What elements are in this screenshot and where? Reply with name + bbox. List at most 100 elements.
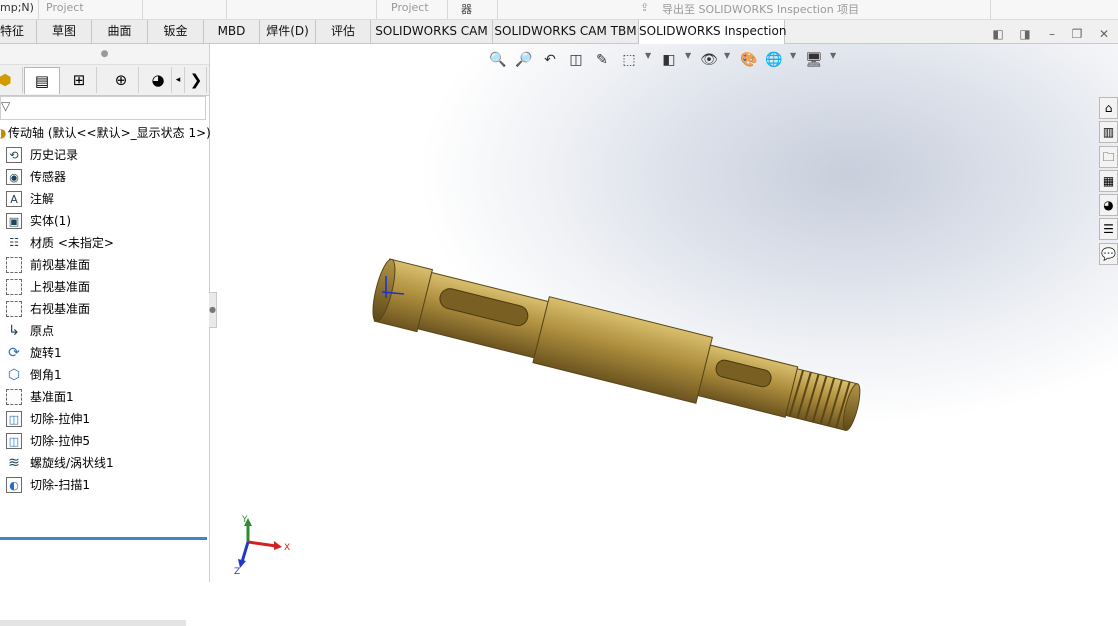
configuration-manager-tab-icon[interactable]: ⊞ <box>62 67 97 93</box>
panel-grip-icon[interactable]: ● <box>0 44 209 65</box>
section-view-icon[interactable]: ◫ <box>566 51 586 69</box>
solid-body-icon: ▣ <box>6 213 22 229</box>
graphics-area[interactable]: Y X Z <box>210 44 1118 582</box>
triad-x-label: X <box>284 543 290 553</box>
dimxpert-manager-tab-icon[interactable]: ⊕ <box>104 67 139 93</box>
view-orientation-dropdown-icon[interactable]: ▼ <box>645 51 651 60</box>
tab-scroll-left-icon[interactable]: ◂ <box>172 67 185 93</box>
part-model[interactable] <box>210 44 1118 582</box>
forum-icon[interactable]: 💬 <box>1099 243 1118 265</box>
cut-extrude-icon: ◫ <box>6 433 22 449</box>
plane-icon <box>6 257 22 273</box>
tab-weldments[interactable]: 焊件(D) <box>260 20 316 43</box>
tree-item-front-plane[interactable]: 前视基准面 <box>0 254 209 276</box>
tab-mbd[interactable]: MBD <box>204 20 260 43</box>
triad-y-label: Y <box>241 515 248 525</box>
plane-icon <box>6 301 22 317</box>
annotation-icon: A <box>6 191 22 207</box>
apply-scene-dropdown-icon[interactable]: ▼ <box>790 51 796 60</box>
tab-scroll-right-icon[interactable]: ❯ <box>186 67 207 93</box>
plane-icon <box>6 279 22 295</box>
filter-icon: ▽ <box>1 99 11 113</box>
feature-manager-panel: ● ⬢ ▤ ⊞ ⊕ ◕ ◂ ❯ ▽ 传动轴 (默认<<默认>_显示状态 1>) … <box>0 44 211 626</box>
design-library-icon[interactable]: ▥ <box>1099 121 1118 143</box>
tile-right-icon[interactable]: ◨ <box>1017 26 1033 42</box>
feature-tree: 传动轴 (默认<<默认>_显示状态 1>) ◑ ⟲ 历史记录 ◉ 传感器 A 注解 ▣… <box>0 122 211 496</box>
tree-item-solid-bodies[interactable]: ▣ 实体(1) <box>0 210 209 232</box>
edit-appearance-icon[interactable]: 🎨 <box>738 51 760 69</box>
tile-left-icon[interactable]: ◧ <box>990 26 1006 42</box>
close-icon[interactable]: ✕ <box>1096 26 1112 42</box>
hide-show-items-icon[interactable]: 👁 <box>698 51 720 69</box>
part-icon: ◑ <box>0 126 7 140</box>
command-manager-tabs: 特征 草图 曲面 钣金 MBD 焊件(D) 评估 SOLIDWORKS CAM … <box>0 20 1118 45</box>
export-icon[interactable]: ⇪ <box>640 1 649 14</box>
chamfer-icon: ⬡ <box>6 367 22 383</box>
project-label-2[interactable]: Project <box>391 1 429 14</box>
device-icon[interactable]: 器 <box>461 1 472 17</box>
rollback-bar[interactable] <box>0 537 207 540</box>
export-inspection-button[interactable]: 导出至 SOLIDWORKS Inspection 项目 <box>662 1 859 17</box>
zoom-to-area-icon[interactable]: 🔎 <box>514 51 534 69</box>
tree-item-material[interactable]: ☷ 材质 <未指定> <box>0 232 209 254</box>
sensor-icon: ◉ <box>6 169 22 185</box>
tree-item-right-plane[interactable]: 右视基准面 <box>0 298 209 320</box>
panel-splitter-handle[interactable]: ● <box>209 292 217 328</box>
cut-extrude-icon: ◫ <box>6 411 22 427</box>
minimize-icon[interactable]: – <box>1044 26 1060 42</box>
tree-item-helix1[interactable]: ≋ 螺旋线/涡状线1 <box>0 452 209 474</box>
tree-item-annotations[interactable]: A 注解 <box>0 188 209 210</box>
revolve-icon: ⟳ <box>6 345 22 361</box>
hide-show-dropdown-icon[interactable]: ▼ <box>724 51 730 60</box>
tree-item-cut-extrude5[interactable]: ◫ 切除-拉伸5 <box>0 430 209 452</box>
tab-surfaces[interactable]: 曲面 <box>92 20 148 43</box>
origin-icon: ↳ <box>6 323 22 339</box>
tree-item-origin[interactable]: ↳ 原点 <box>0 320 209 342</box>
zoom-to-fit-icon[interactable]: 🔍 <box>488 51 508 69</box>
appearances-icon[interactable]: ◕ <box>1099 194 1118 216</box>
display-style-dropdown-icon[interactable]: ▼ <box>685 51 691 60</box>
tree-root-part[interactable]: 传动轴 (默认<<默认>_显示状态 1>) ◑ <box>0 122 211 144</box>
project-label-1[interactable]: Project <box>46 1 84 14</box>
display-manager-tab-icon[interactable]: ◕ <box>145 67 172 93</box>
restore-icon[interactable]: ❐ <box>1069 26 1085 42</box>
solidworks-resources-icon[interactable]: ⌂ <box>1099 97 1118 119</box>
tree-item-sensors[interactable]: ◉ 传感器 <box>0 166 209 188</box>
top-command-strip: mp;N) Project Project 器 ⇪ 导出至 SOLIDWORKS… <box>0 0 1118 20</box>
tab-sheet-metal[interactable]: 钣金 <box>148 20 204 43</box>
tab-solidworks-cam-tbm[interactable]: SOLIDWORKS CAM TBM <box>493 20 639 43</box>
property-manager-tab-icon[interactable]: ▤ <box>24 67 60 94</box>
tree-item-top-plane[interactable]: 上视基准面 <box>0 276 209 298</box>
tree-item-cut-extrude1[interactable]: ◫ 切除-拉伸1 <box>0 408 209 430</box>
view-palette-icon[interactable]: ▦ <box>1099 170 1118 192</box>
tab-solidworks-cam[interactable]: SOLIDWORKS CAM <box>371 20 493 43</box>
tree-item-revolve1[interactable]: ⟳ 旋转1 <box>0 342 209 364</box>
display-style-icon[interactable]: ◧ <box>658 51 680 69</box>
history-icon: ⟲ <box>6 147 22 163</box>
tree-filter-input[interactable]: ▽ <box>0 96 206 120</box>
top-left-text: mp;N) <box>0 1 34 14</box>
tree-item-chamfer1[interactable]: ⬡ 倒角1 <box>0 364 209 386</box>
view-settings-dropdown-icon[interactable]: ▼ <box>830 51 836 60</box>
tab-features[interactable]: 特征 <box>0 20 37 43</box>
tree-item-history[interactable]: ⟲ 历史记录 <box>0 144 209 166</box>
tab-solidworks-inspection[interactable]: SOLIDWORKS Inspection <box>639 20 786 45</box>
dynamic-annotation-icon[interactable]: ✎ <box>592 51 612 69</box>
apply-scene-icon[interactable]: 🌐 <box>763 51 785 69</box>
manager-tabs: ⬢ ▤ ⊞ ⊕ ◕ ◂ ❯ <box>0 65 209 96</box>
triad-z-label: Z <box>234 567 240 577</box>
tab-sketch[interactable]: 草图 <box>37 20 92 43</box>
view-orientation-icon[interactable]: ⬚ <box>618 51 640 69</box>
tab-evaluate[interactable]: 评估 <box>316 20 371 43</box>
tree-item-plane1[interactable]: 基准面1 <box>0 386 209 408</box>
reference-triad: Y X Z <box>234 515 290 577</box>
feature-manager-tab-icon[interactable]: ⬢ <box>0 67 23 93</box>
custom-properties-icon[interactable]: ☰ <box>1099 218 1118 240</box>
material-icon: ☷ <box>6 235 22 251</box>
tree-item-cut-sweep1[interactable]: ◐ 切除-扫描1 <box>0 474 209 496</box>
previous-view-icon[interactable]: ↶ <box>540 51 560 69</box>
shaft-main-segment <box>532 296 713 404</box>
view-settings-icon[interactable]: 🖥 <box>803 51 825 69</box>
horizontal-scrollbar[interactable] <box>0 620 186 626</box>
file-explorer-icon[interactable]: 🗀 <box>1099 146 1118 168</box>
